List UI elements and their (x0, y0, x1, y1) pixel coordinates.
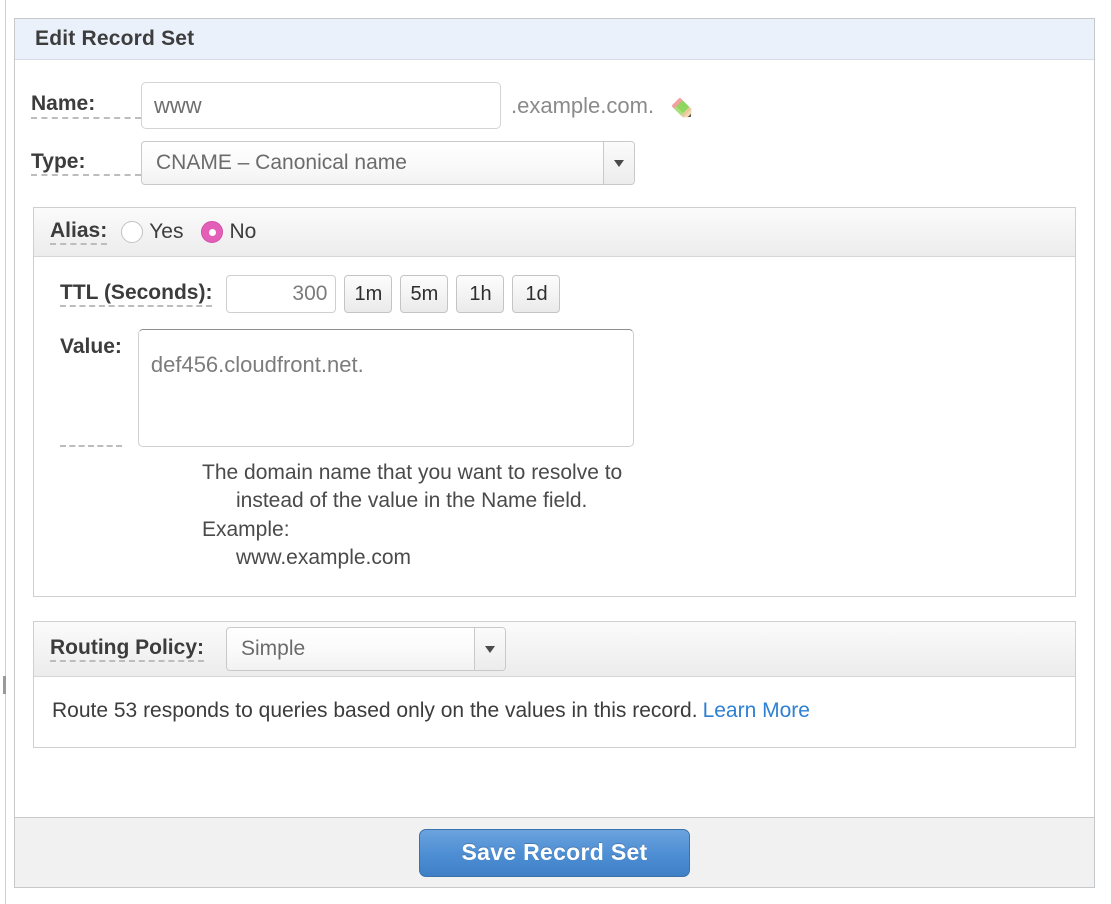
type-select-arrow-button[interactable] (603, 142, 634, 184)
radio-yes-indicator (121, 221, 144, 243)
routing-policy-description: Route 53 responds to queries based only … (34, 677, 1075, 747)
edit-record-set-panel: Edit Record Set Name: .example.com. Type… (14, 18, 1095, 888)
alias-radio-yes[interactable]: Yes (121, 220, 183, 244)
name-input[interactable] (141, 82, 501, 129)
ttl-row: TTL (Seconds): 1m 5m 1h 1d (34, 275, 1075, 313)
routing-policy-select-arrow-button[interactable] (474, 628, 505, 671)
page-left-edge-tick (3, 676, 6, 694)
alias-yes-label: Yes (149, 220, 184, 243)
routing-policy-section: Routing Policy: Simple Route 53 responds… (33, 621, 1076, 749)
alias-no-label: No (229, 220, 257, 243)
ttl-preset-5m[interactable]: 5m (400, 275, 449, 313)
value-help-text: The domain name that you want to resolve… (202, 459, 632, 572)
routing-policy-label: Routing Policy: (50, 636, 204, 663)
learn-more-link[interactable]: Learn More (703, 699, 810, 722)
alias-label: Alias: (50, 219, 108, 246)
ttl-preset-1d[interactable]: 1d (512, 275, 561, 313)
type-select-value: CNAME – Canonical name (156, 151, 407, 174)
page-title: Edit Record Set (35, 27, 195, 50)
routing-policy-header-bar: Routing Policy: Simple (34, 622, 1075, 678)
alias-section: Alias: Yes No TTL (Seconds): 1m 5m 1h 1d (33, 207, 1076, 598)
save-record-set-button[interactable]: Save Record Set (419, 828, 690, 877)
type-label: Type: (31, 150, 141, 177)
chevron-down-icon (614, 159, 624, 167)
alias-radio-no[interactable]: No (201, 220, 256, 244)
panel-footer: Save Record Set (15, 817, 1094, 887)
domain-suffix-text: .example.com. (511, 92, 655, 118)
radio-no-indicator (201, 221, 224, 243)
alias-body: TTL (Seconds): 1m 5m 1h 1d Value: def456… (34, 257, 1075, 597)
value-help-line-2: Example: (202, 517, 290, 541)
chevron-down-icon (485, 645, 495, 653)
value-row: Value: def456.cloudfront.net. (34, 329, 1075, 447)
page-left-edge (5, 0, 6, 904)
ttl-preset-1m[interactable]: 1m (344, 275, 393, 313)
type-select[interactable]: CNAME – Canonical name (141, 141, 635, 185)
value-help-line-1: The domain name that you want to resolve… (202, 461, 623, 513)
ttl-label: TTL (Seconds): (60, 281, 213, 308)
name-label: Name: (31, 92, 141, 119)
panel-header: Edit Record Set (15, 19, 1094, 60)
routing-policy-description-text: Route 53 responds to queries based only … (52, 699, 698, 723)
value-label: Value: (60, 335, 122, 447)
routing-policy-select-value: Simple (241, 637, 306, 661)
routing-policy-select[interactable]: Simple (226, 627, 506, 672)
ttl-input[interactable] (226, 275, 337, 313)
type-row: Type: CNAME – Canonical name (15, 141, 1094, 185)
pencil-icon[interactable] (668, 94, 696, 122)
value-help-line-3: www.example.com (236, 546, 412, 570)
ttl-preset-1h[interactable]: 1h (456, 275, 505, 313)
value-textarea[interactable]: def456.cloudfront.net. (137, 329, 634, 447)
name-row: Name: .example.com. (15, 82, 1094, 129)
alias-header-bar: Alias: Yes No (34, 208, 1075, 257)
